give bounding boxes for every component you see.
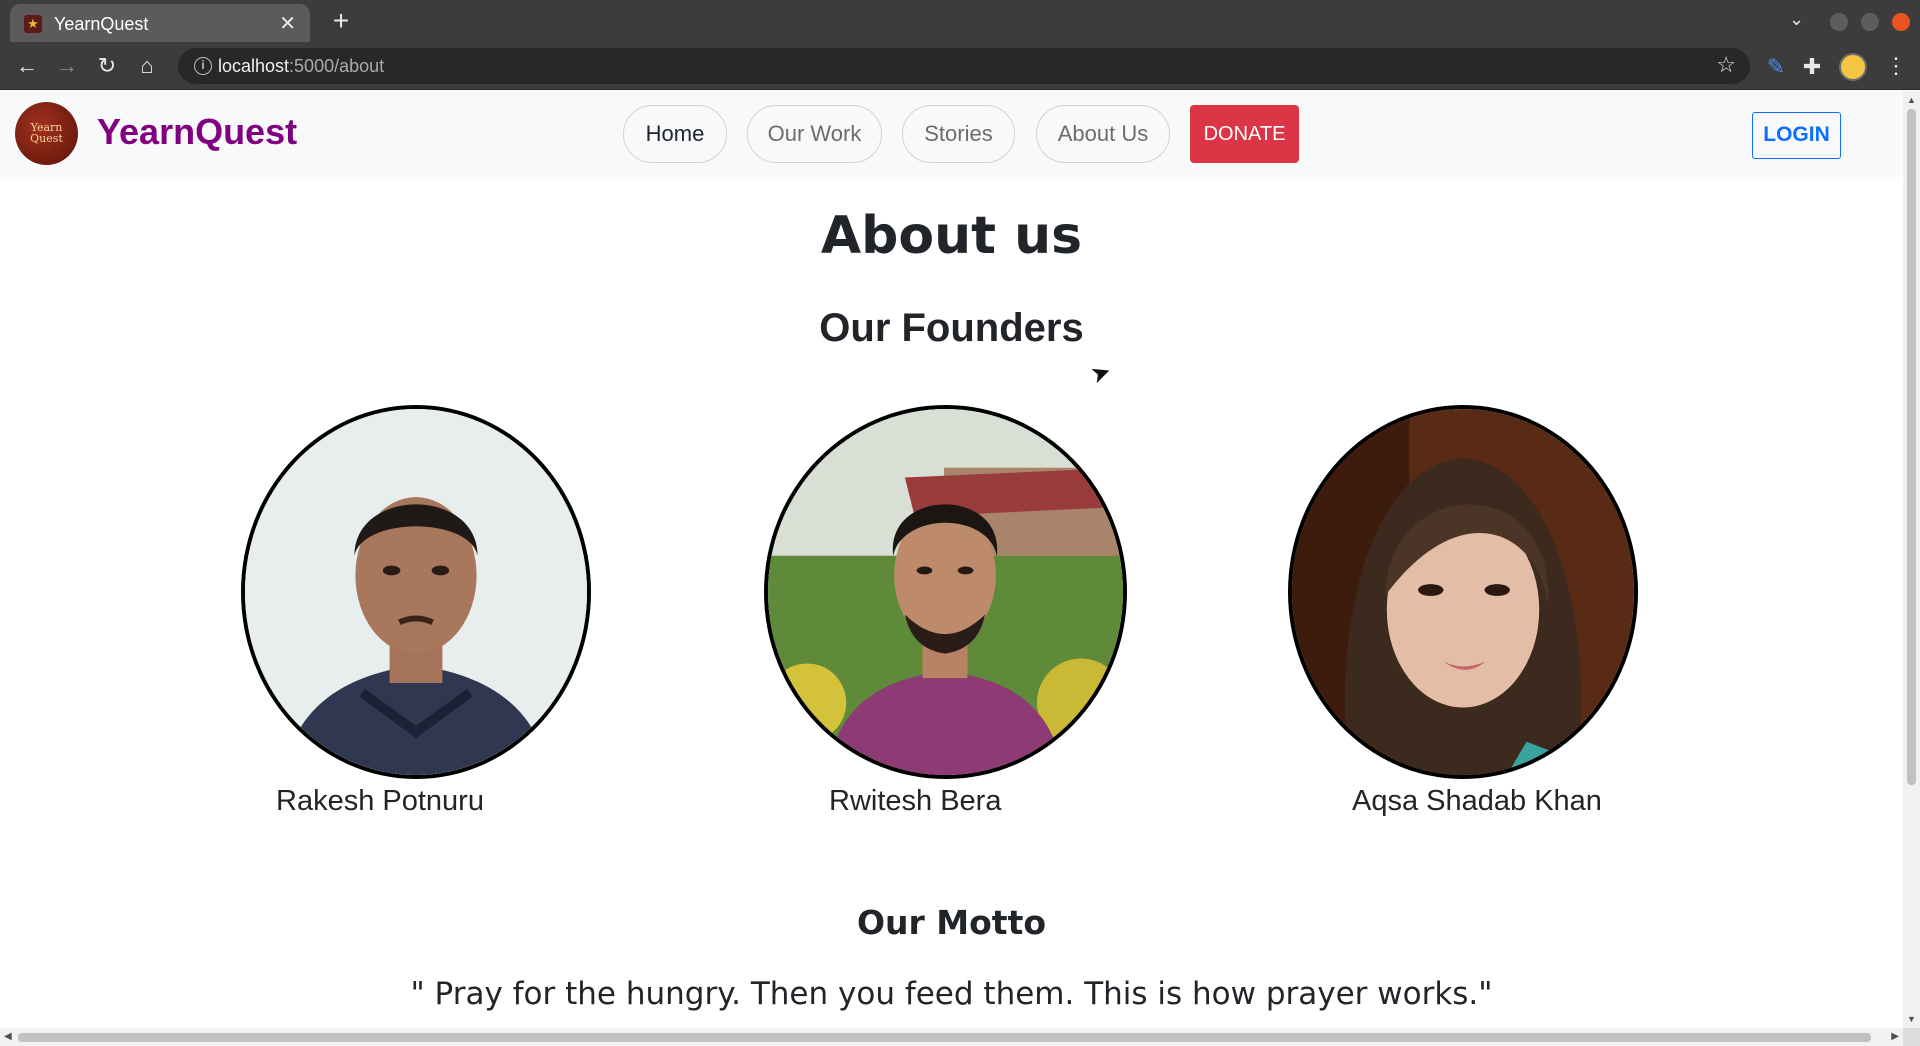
founder-name: Rakesh Potnuru [276,785,484,817]
founder-name: Aqsa Shadab Khan [1352,785,1602,817]
founder-name: Rwitesh Bera [829,785,1002,817]
site-info-icon[interactable]: i [194,57,212,75]
motto-quote: " Pray for the hungry. Then you feed the… [410,976,1493,1012]
translate-extension-icon[interactable]: ✎ [1763,54,1789,80]
brand-logo[interactable]: Yearn Quest [15,102,78,165]
donate-button[interactable]: DONATE [1190,105,1299,163]
nav-our-work[interactable]: Our Work [747,105,882,163]
site-navbar: Yearn Quest YearnQuest Home Our Work Sto… [0,91,1903,177]
browser-toolbar: ← → ↻ ⌂ i localhost:5000/about ☆ ✎ ✚ ⋮ [0,42,1920,90]
scroll-down-icon[interactable]: ▼ [1907,1014,1916,1024]
reload-icon[interactable]: ↻ [92,51,122,81]
nav-stories[interactable]: Stories [902,105,1015,163]
bookmark-star-icon[interactable]: ☆ [1716,52,1736,78]
nav-about-us[interactable]: About Us [1036,105,1170,163]
extensions-puzzle-icon[interactable]: ✚ [1799,54,1825,80]
tab-search-icon[interactable]: ⌄ [1789,9,1804,30]
window-close-button[interactable] [1892,13,1910,31]
motto-heading: Our Motto [856,903,1047,942]
profile-avatar[interactable] [1839,53,1867,81]
founder-photo [764,405,1127,779]
vertical-scroll-thumb[interactable] [1907,109,1916,785]
scroll-up-icon[interactable]: ▲ [1907,95,1916,105]
page-title: About us [820,206,1083,266]
founder-photo [1288,405,1638,779]
founders-heading: Our Founders [819,306,1084,350]
browser-tab-strip: ★ YearnQuest ✕ + ⌄ [0,0,1920,42]
brand-name[interactable]: YearnQuest [97,111,297,153]
nav-home[interactable]: Home [623,105,727,163]
back-icon[interactable]: ← [12,51,42,81]
scroll-right-icon[interactable]: ▶ [1891,1031,1899,1042]
maximize-button[interactable] [1861,13,1879,31]
login-button[interactable]: LOGIN [1752,112,1841,159]
mouse-cursor-icon: ➤ [1086,357,1116,390]
favicon-icon: ★ [24,15,42,33]
horizontal-scrollbar[interactable]: ◀ ▶ [0,1028,1903,1046]
url-text[interactable]: localhost:5000/about [218,56,384,77]
founder-photo [241,405,591,779]
new-tab-button[interactable]: + [324,4,358,38]
scrollbar-corner [1903,1028,1920,1046]
forward-icon[interactable]: → [52,51,82,81]
browser-menu-icon[interactable]: ⋮ [1885,53,1907,79]
browser-tab[interactable]: ★ YearnQuest ✕ [10,4,310,42]
address-bar[interactable]: i localhost:5000/about ☆ [178,48,1750,84]
page-viewport: Yearn Quest YearnQuest Home Our Work Sto… [0,91,1903,1028]
horizontal-scroll-thumb[interactable] [18,1033,1871,1042]
tab-title: YearnQuest [54,14,149,34]
scroll-left-icon[interactable]: ◀ [4,1031,12,1042]
vertical-scrollbar[interactable]: ▲ ▼ [1903,91,1920,1028]
close-tab-icon[interactable]: ✕ [279,11,296,36]
home-icon[interactable]: ⌂ [132,51,162,81]
minimize-button[interactable] [1830,13,1848,31]
